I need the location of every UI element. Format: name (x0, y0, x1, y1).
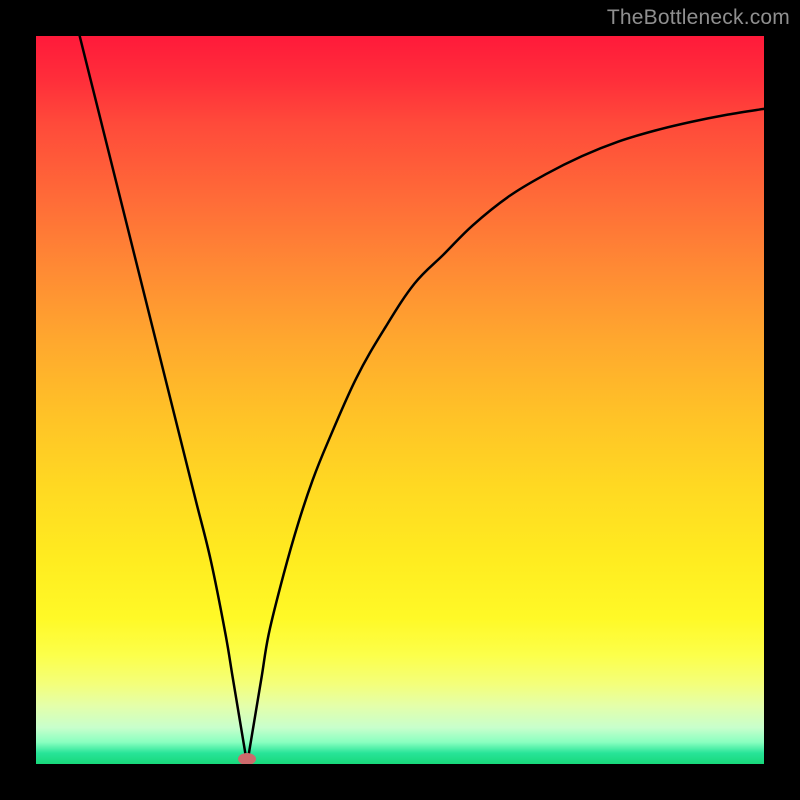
optimum-marker (238, 753, 256, 764)
plot-area (36, 36, 764, 764)
chart-frame: TheBottleneck.com (0, 0, 800, 800)
bottleneck-curve (36, 36, 764, 764)
watermark-text: TheBottleneck.com (607, 6, 790, 30)
